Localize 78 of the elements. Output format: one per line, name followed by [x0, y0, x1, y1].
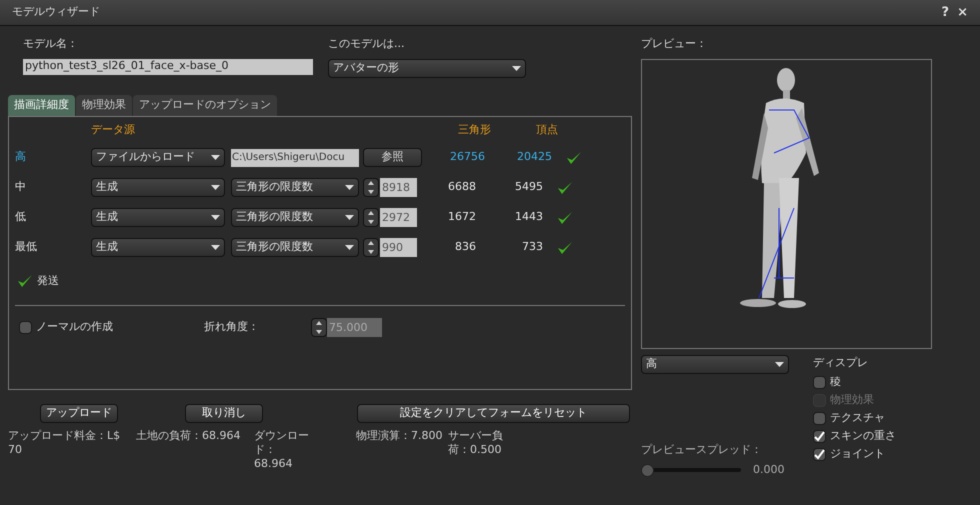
dropdown-caret-icon — [345, 215, 354, 220]
column-header: 三角形 — [457, 122, 491, 138]
preview-label: プレビュー： — [641, 36, 708, 52]
source-dropdown[interactable]: ファイルからロード — [91, 148, 225, 167]
triangle-count: 1672 — [447, 209, 476, 226]
spinner-arrows[interactable] — [311, 318, 327, 337]
source-dropdown[interactable]: 生成 — [91, 178, 225, 197]
dropdown-caret-icon — [345, 245, 354, 250]
tab[interactable]: 描画詳細度 — [8, 94, 75, 116]
method-dropdown[interactable]: 三角形の限度数 — [231, 178, 359, 197]
limit-field[interactable]: 8918 — [380, 178, 417, 197]
upload-button[interactable]: アップロード — [40, 404, 118, 422]
spinner-arrows[interactable] — [363, 208, 379, 227]
model-type-dropdown[interactable]: アバターの形 — [328, 58, 526, 78]
column-header: 頂点 — [535, 122, 558, 138]
lod-label: 中 — [14, 179, 27, 196]
field-label: モデル名： — [23, 36, 79, 52]
browse-button[interactable]: 参照 — [363, 148, 422, 167]
checkbox[interactable] — [813, 430, 826, 442]
lod-label: 低 — [14, 209, 27, 226]
tab[interactable]: アップロードのオプション — [133, 94, 277, 116]
checkbox-label: ジョイント — [830, 446, 885, 462]
cost-text: アップロード料金：L$ 70 — [8, 428, 122, 458]
vertex-count: 5495 — [514, 179, 543, 196]
preview-lod-dropdown[interactable]: 高 — [641, 354, 789, 374]
slider-label: プレビュースプレッド： — [641, 442, 763, 458]
dropdown-caret-icon — [211, 185, 220, 190]
limit-field[interactable]: 990 — [380, 238, 417, 257]
column-header: データ源 — [91, 122, 136, 138]
spinner-arrows[interactable] — [363, 178, 379, 197]
checkbox[interactable] — [19, 321, 32, 334]
section-label: ディスプレ — [813, 354, 869, 370]
window-title: モデルウィザード — [12, 4, 100, 20]
checkbox-label: 稜 — [830, 374, 841, 390]
dropdown-caret-icon — [775, 362, 784, 366]
field-label: 折れ角度： — [204, 319, 260, 336]
dropdown-caret-icon — [211, 155, 220, 160]
vertex-count: 20425 — [516, 149, 552, 166]
dropdown-caret-icon — [512, 66, 521, 70]
help-button[interactable]: ? — [942, 2, 950, 22]
source-dropdown[interactable]: 生成 — [91, 238, 225, 257]
vertex-count: 733 — [521, 239, 543, 256]
dropdown-caret-icon — [345, 185, 354, 190]
dropdown-caret-icon — [211, 245, 220, 250]
close-button[interactable]: × — [957, 2, 968, 22]
file-path-field[interactable]: C:\Users\Shigeru\Docu — [231, 148, 359, 166]
lod-label: 高 — [14, 149, 27, 166]
method-dropdown[interactable]: 三角形の限度数 — [231, 208, 359, 227]
tab[interactable]: 物理効果 — [76, 94, 132, 116]
checkbox[interactable] — [813, 376, 826, 388]
field-label: このモデルは... — [328, 36, 406, 52]
dropdown-caret-icon — [211, 215, 220, 220]
cost-text: 物理演算：7.800 — [356, 428, 444, 444]
checkbox-label: スキンの重さ — [830, 428, 896, 444]
lod-label: 最低 — [14, 239, 38, 256]
checkbox[interactable] — [813, 412, 826, 424]
vertex-count: 1443 — [514, 209, 543, 226]
cancel-button[interactable]: 取り消し — [185, 404, 263, 422]
triangle-count: 26756 — [449, 149, 485, 166]
slider-thumb[interactable] — [641, 464, 654, 477]
triangle-count: 6688 — [447, 179, 476, 196]
checkbox[interactable] — [813, 448, 826, 460]
checkbox-label: 物理効果 — [830, 392, 874, 408]
triangle-count: 836 — [454, 239, 476, 256]
checkbox-label: テクスチャ — [830, 410, 885, 426]
slider-track[interactable] — [641, 464, 741, 477]
method-dropdown[interactable]: 三角形の限度数 — [231, 238, 359, 257]
cost-text: 土地の負荷：68.964 — [136, 428, 242, 444]
source-dropdown[interactable]: 生成 — [91, 208, 225, 227]
reset-button[interactable]: 設定をクリアしてフォームをリセット — [357, 404, 630, 422]
limit-field[interactable]: 2972 — [380, 208, 417, 227]
checkbox-label: ノーマルの作成 — [36, 319, 113, 336]
slider-value: 0.000 — [753, 462, 784, 478]
cost-text: サーバー負荷：0.500 — [448, 428, 504, 458]
cost-text: ダウンロード：68.964 — [254, 428, 310, 470]
model-name-field[interactable]: python_test3_sl26_01_face_x-base_0 — [23, 58, 313, 74]
spinner-arrows[interactable] — [363, 238, 379, 257]
status-text: 発送 — [37, 272, 59, 288]
